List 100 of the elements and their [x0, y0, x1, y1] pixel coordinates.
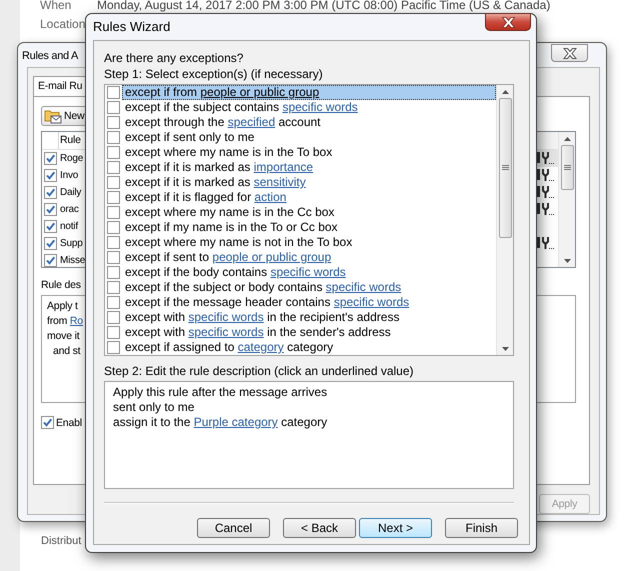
condition-option[interactable]: except if sent only to me [122, 130, 496, 145]
rule-name[interactable]: Daily [59, 187, 82, 198]
checkbox[interactable] [107, 116, 120, 129]
checkbox[interactable] [107, 206, 120, 219]
condition-option[interactable]: except if the subject or body contains specific words [122, 280, 496, 295]
field-value: Monday, August 14, 2017 2:00 PM 3:00 PM (UTC 08:00) Pacific Time (US & Canada) [97, 0, 550, 14]
dialog-button[interactable]: < Back [283, 518, 356, 538]
checkbox[interactable] [107, 281, 120, 294]
up-arrow-icon[interactable] [502, 90, 508, 94]
condition-option[interactable]: except where my name is in the Cc box [122, 205, 496, 220]
condition-option[interactable]: except where my name is in the To box [122, 145, 496, 160]
step-label: Step 2: Edit the rule description (click an underlined value) [104, 364, 414, 379]
link[interactable]: sensitivity [254, 175, 306, 189]
dialog-button[interactable]: Next > [359, 518, 432, 538]
link[interactable]: specified [228, 115, 276, 129]
condition-option[interactable]: except if it is flagged for action [122, 190, 496, 205]
question-text: Are there any exceptions? [104, 51, 244, 66]
description-line: Apply this rule after the message arrives [113, 385, 328, 400]
condition-option[interactable]: except if my name is in the To or Cc box [122, 220, 496, 235]
condition-option[interactable]: except through the specified account [122, 115, 496, 130]
link[interactable]: action [254, 190, 286, 204]
close-icon [562, 48, 576, 58]
checkbox[interactable] [107, 161, 120, 174]
link[interactable]: people or public group [212, 250, 332, 264]
down-arrow-icon[interactable] [564, 259, 570, 263]
rule-name[interactable]: orac [59, 204, 79, 215]
link[interactable]: specific words [270, 265, 346, 279]
dialog-button[interactable]: Cancel [197, 518, 270, 538]
checkbox[interactable] [107, 101, 120, 114]
link[interactable]: specific words [188, 310, 264, 324]
column-header[interactable] [535, 132, 558, 149]
checkbox[interactable] [107, 326, 120, 339]
link[interactable]: people or public group [200, 85, 320, 99]
checkbox[interactable] [107, 131, 120, 144]
checkbox[interactable] [44, 169, 57, 182]
condition-option[interactable]: except if it is marked as sensitivity [122, 175, 496, 190]
selected-cell[interactable] [536, 150, 558, 167]
rule-name[interactable]: notif [59, 221, 78, 232]
checkbox[interactable] [44, 203, 57, 216]
condition-option[interactable]: except if the body contains specific words [122, 265, 496, 280]
checkbox[interactable] [107, 296, 120, 309]
checkbox[interactable] [107, 341, 120, 354]
condition-option[interactable]: except where my name is not in the To box [122, 235, 496, 250]
checkbox[interactable] [44, 186, 57, 199]
description-line: Apply t [47, 299, 78, 314]
link[interactable]: specific words [326, 280, 402, 294]
condition-option[interactable]: except if sent to people or public group [122, 250, 496, 265]
description-line: sent only to me [113, 400, 194, 415]
field-label: Location [40, 18, 86, 33]
description-line: from Ro [47, 314, 83, 329]
rule-name[interactable]: Roge [59, 153, 84, 164]
checkbox[interactable] [107, 311, 120, 324]
new-button[interactable]: New [41, 106, 88, 126]
up-arrow-icon[interactable] [564, 137, 570, 141]
condition-option[interactable]: except if the subject contains specific words [122, 100, 496, 115]
checkbox[interactable] [107, 176, 120, 189]
checkbox[interactable] [107, 251, 120, 264]
checkbox[interactable] [44, 152, 57, 165]
checkbox[interactable] [107, 146, 120, 159]
rule-name[interactable]: Misse [59, 255, 86, 266]
scrollbar[interactable] [496, 85, 513, 355]
checkbox[interactable] [107, 266, 120, 279]
checkbox[interactable] [44, 220, 57, 233]
link[interactable]: Ro [70, 315, 83, 327]
scrollbar[interactable] [558, 132, 575, 267]
description-line: move it [47, 329, 80, 344]
scroll-thumb[interactable] [560, 145, 574, 190]
checkbox[interactable] [107, 236, 120, 249]
link[interactable]: category [238, 340, 284, 354]
condition-option[interactable]: except if assigned to category category [122, 340, 496, 355]
close-button[interactable] [551, 44, 588, 62]
link[interactable]: specific words [282, 100, 358, 114]
checkbox[interactable] [41, 416, 54, 429]
condition-option[interactable]: except if the message header contains specific words [122, 295, 496, 310]
link[interactable]: Purple category [194, 415, 278, 429]
checkbox[interactable] [107, 221, 120, 234]
condition-option[interactable]: except with specific words in the sender's address [122, 325, 496, 340]
description-line: and st [52, 344, 80, 359]
scroll-thumb[interactable] [498, 98, 512, 238]
condition-option[interactable]: except with specific words in the recipient's address [122, 310, 496, 325]
checkbox[interactable] [107, 191, 120, 204]
condition-option[interactable]: except if it is marked as importance [122, 160, 496, 175]
rule-name[interactable]: Supp [59, 238, 83, 249]
link[interactable]: importance [254, 160, 314, 174]
description-line: assign it to the Purple category category [113, 415, 328, 430]
tab[interactable]: E-mail Ru [33, 76, 88, 96]
link[interactable]: specific words [334, 295, 410, 309]
close-icon [502, 16, 514, 28]
close-button[interactable] [485, 13, 531, 31]
rule-name[interactable]: Invo [59, 170, 78, 181]
checkbox[interactable] [44, 254, 57, 267]
step-label: Step 1: Select exception(s) (if necessary) [104, 67, 323, 82]
dialog-button[interactable]: Finish [445, 518, 518, 538]
checkbox[interactable] [44, 237, 57, 250]
folder-icon [44, 108, 62, 124]
checkbox[interactable] [107, 86, 120, 99]
field-label: When [40, 0, 72, 14]
down-arrow-icon[interactable] [502, 347, 508, 351]
link[interactable]: specific words [188, 325, 264, 339]
condition-option[interactable]: except if from people or public group [122, 85, 496, 100]
